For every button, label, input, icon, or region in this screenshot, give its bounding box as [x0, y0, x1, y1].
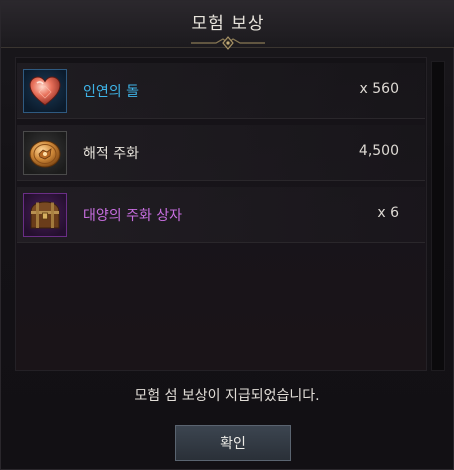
- reward-row[interactable]: 해적 주화 4,500: [17, 125, 425, 181]
- item-name: 대양의 주화 상자: [83, 208, 183, 224]
- item-slot: [23, 131, 67, 175]
- item-name: 해적 주화: [83, 146, 139, 162]
- dialog-title: 모험 보상: [191, 14, 265, 34]
- item-quantity: x 6: [377, 205, 399, 221]
- heart-stone-icon: [29, 76, 61, 106]
- reward-row[interactable]: 인연의 돌 x 560: [17, 63, 425, 119]
- confirm-button[interactable]: 확인: [175, 425, 291, 461]
- item-name: 인연의 돌: [83, 84, 139, 100]
- reward-dialog: 모험 보상 인연의 돌 x 560 해적 주화 4,500 대양의 주화 상자 …: [0, 0, 454, 470]
- pirate-coin-icon: [29, 140, 61, 168]
- item-slot: [23, 193, 67, 237]
- title-ornament-icon: [191, 36, 265, 50]
- reward-row[interactable]: 대양의 주화 상자 x 6: [17, 187, 425, 243]
- reward-list-scrollbar[interactable]: [431, 61, 445, 371]
- reward-message: 모험 섬 보상이 지급되었습니다.: [134, 388, 320, 404]
- item-quantity: x 560: [359, 81, 399, 97]
- treasure-chest-icon: [30, 201, 60, 229]
- item-slot: [23, 69, 67, 113]
- item-quantity: 4,500: [358, 143, 399, 159]
